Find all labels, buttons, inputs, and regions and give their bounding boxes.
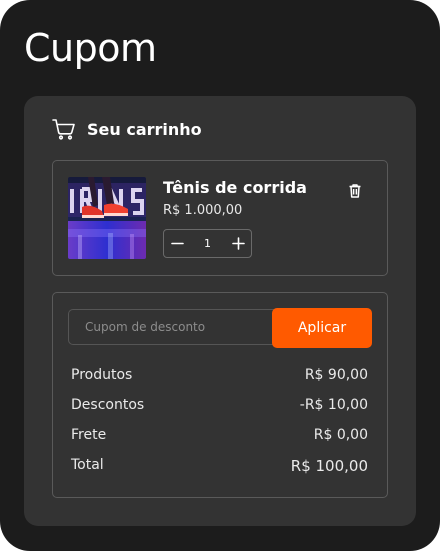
page-title: Cupom xyxy=(24,26,157,70)
discounts-label: Descontos xyxy=(71,397,145,413)
cart-title: Seu carrinho xyxy=(87,119,202,139)
cart-icon xyxy=(52,119,75,140)
trash-icon[interactable] xyxy=(348,183,362,199)
coupon-input[interactable] xyxy=(68,309,292,345)
minus-icon xyxy=(170,242,184,245)
decrease-button[interactable] xyxy=(164,230,190,257)
shipping-value: R$ 0,00 xyxy=(313,427,368,443)
shipping-label: Frete xyxy=(71,427,107,443)
total-value: R$ 100,00 xyxy=(290,457,368,475)
total-label: Total xyxy=(71,457,104,473)
products-label: Produtos xyxy=(71,367,133,383)
product-name: Tênis de corrida xyxy=(163,178,307,197)
discounts-value: -R$ 10,00 xyxy=(299,397,368,413)
quantity-stepper: 1 xyxy=(163,229,252,258)
increase-button[interactable] xyxy=(225,230,251,257)
product-price: R$ 1.000,00 xyxy=(163,203,243,218)
quantity-value: 1 xyxy=(204,237,211,250)
products-value: R$ 90,00 xyxy=(304,367,368,383)
product-image xyxy=(68,177,146,259)
apply-button[interactable]: Aplicar xyxy=(272,308,372,348)
cart-header: Seu carrinho xyxy=(52,117,202,141)
plus-icon xyxy=(231,237,245,250)
